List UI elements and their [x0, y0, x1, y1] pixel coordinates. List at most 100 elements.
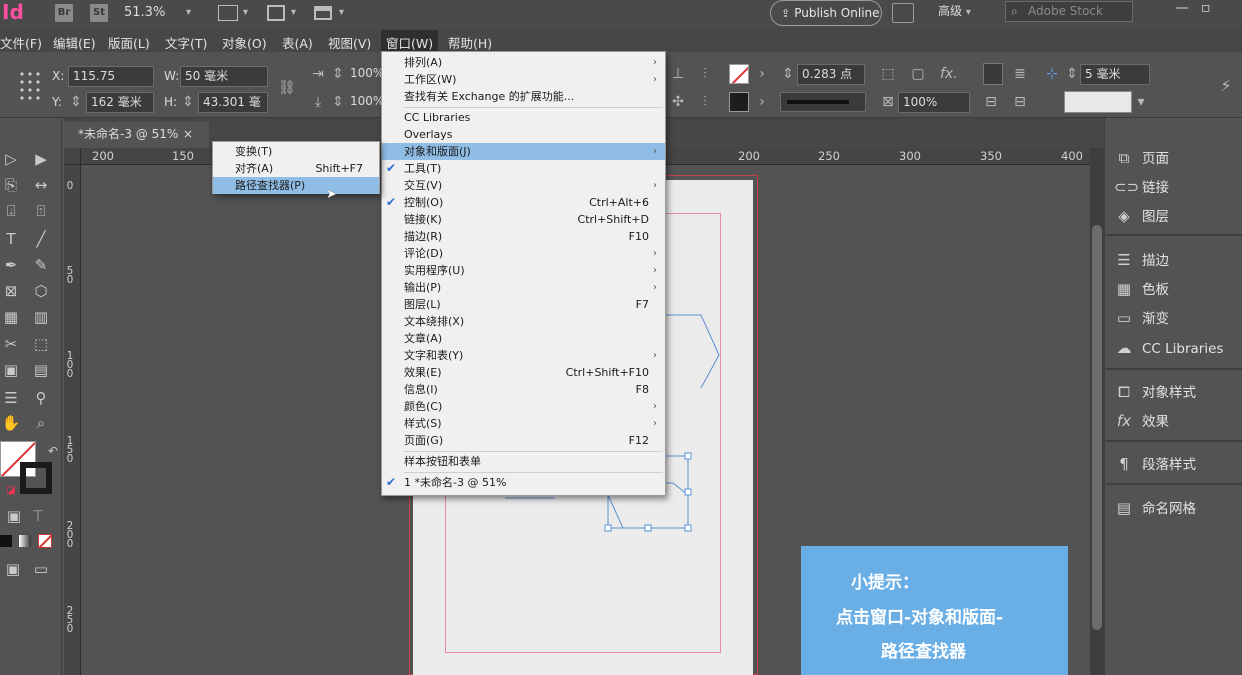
page-tool-icon[interactable]: ⎘ [0, 174, 22, 196]
selection-handle[interactable] [644, 524, 652, 532]
fill-swatch-none-icon[interactable] [729, 64, 749, 84]
align-top-icon[interactable]: ⊥ [670, 66, 686, 82]
menu-item[interactable]: 交互(V) › [382, 177, 665, 194]
x-field[interactable]: 115.75 [68, 66, 154, 87]
menu-file[interactable]: 文件(F) [0, 33, 42, 52]
scrollbar-thumb[interactable] [1092, 225, 1102, 630]
selection-handle[interactable] [684, 524, 692, 532]
minimize-icon[interactable]: — [1175, 0, 1189, 16]
opacity-field[interactable]: 100% [898, 92, 970, 113]
selection-handle[interactable] [604, 524, 612, 532]
zoom-chevron-icon[interactable]: ▾ [186, 7, 191, 18]
gap-stepper-icon[interactable]: ⇕ [1064, 66, 1080, 82]
menu-item[interactable]: 页面(G) F12 [382, 432, 665, 449]
grid-tool-icon[interactable]: ▥ [30, 306, 52, 328]
note-tool-icon[interactable]: ☰ [0, 387, 22, 409]
arrange-chevron-icon[interactable]: ▾ [339, 7, 344, 18]
style-chevron-icon[interactable]: ▾ [1133, 94, 1149, 110]
menu-item[interactable]: CC Libraries [382, 109, 665, 126]
formatting-text-icon[interactable]: T [27, 505, 49, 527]
menu-item[interactable]: 评论(D) › [382, 245, 665, 262]
panel-links[interactable]: ⊂⊃ 链接 [1114, 174, 1239, 200]
table-tool-icon[interactable]: ▦ [0, 306, 22, 328]
wrap-around-icon[interactable]: ⊟ [1012, 94, 1028, 110]
view-options-icon[interactable] [218, 5, 238, 21]
y-field[interactable]: 162 毫米 [86, 92, 154, 113]
distribute-icon[interactable]: ⫶ [697, 66, 713, 82]
menu-item[interactable]: 信息(I) F8 [382, 381, 665, 398]
normal-view-icon[interactable]: ▣ [2, 558, 24, 580]
distribute-center-icon[interactable]: ⫶ [697, 94, 713, 110]
publish-online-button[interactable]: ⇪ Publish Online [770, 0, 882, 26]
zoom-tool-icon[interactable]: ⌕ [30, 412, 52, 434]
menu-item[interactable]: 文字和表(Y) › [382, 347, 665, 364]
menu-view[interactable]: 视图(V) [328, 33, 371, 52]
style-preview[interactable] [1064, 91, 1132, 113]
eyedropper-tool-icon[interactable]: ⚲ [30, 387, 52, 409]
panel-cc-libraries[interactable]: ☁ CC Libraries [1114, 335, 1239, 361]
scissors-tool-icon[interactable]: ✂ [0, 333, 22, 355]
adobe-stock-search[interactable]: ⌕ Adobe Stock [1005, 1, 1133, 22]
spacing-icon[interactable]: ⊹ [1044, 66, 1060, 82]
screen-mode-icon[interactable] [267, 5, 285, 21]
y-stepper-icon[interactable]: ⇕ [68, 94, 84, 110]
stroke-weight-stepper-icon[interactable]: ⇕ [780, 66, 796, 82]
apply-color-icon[interactable] [0, 535, 12, 547]
ruler-origin[interactable] [64, 148, 81, 165]
panel-pages[interactable]: ⧉ 页面 [1114, 145, 1239, 171]
frame-fitting-icon[interactable]: ▢ [910, 66, 926, 82]
text-frame-icon[interactable]: ⬚ [880, 66, 896, 82]
menu-type[interactable]: 文字(T) [165, 33, 207, 52]
menu-item[interactable]: 变换(T) [213, 143, 379, 160]
menu-item[interactable]: 描边(R) F10 [382, 228, 665, 245]
direct-selection-tool-icon[interactable]: ▶ [30, 148, 52, 170]
menu-item[interactable]: 样本按钮和表单 [382, 453, 665, 470]
content-collector-icon[interactable]: ⍗ [0, 200, 22, 222]
menu-item[interactable]: ✔ 控制(O) Ctrl+Alt+6 [382, 194, 665, 211]
scale-x-stepper-icon[interactable]: ⇕ [330, 66, 346, 82]
panel-object-styles[interactable]: ⧠ 对象样式 [1114, 379, 1239, 405]
scale-y-stepper-icon[interactable]: ⇕ [330, 94, 346, 110]
free-transform-tool-icon[interactable]: ⬚ [30, 333, 52, 355]
gradient-swatch-tool-icon[interactable]: ▣ [0, 359, 22, 381]
scale-x-field[interactable]: 100% [346, 64, 384, 85]
formatting-container-icon[interactable]: ▣ [3, 505, 25, 527]
menu-item[interactable]: 实用程序(U) › [382, 262, 665, 279]
stroke-type-select[interactable] [780, 92, 866, 112]
screen-mode-chevron-icon[interactable]: ▾ [291, 7, 296, 18]
bridge-icon[interactable]: Br [55, 4, 73, 22]
panel-effects[interactable]: fx 效果 [1114, 408, 1239, 434]
menu-item[interactable]: 文章(A) [382, 330, 665, 347]
close-tab-icon[interactable]: × [183, 122, 193, 146]
menu-item[interactable]: ✔ 1 *未命名-3 @ 51% [382, 474, 665, 491]
menu-item[interactable]: ✔ 工具(T) [382, 160, 665, 177]
menu-item[interactable]: 工作区(W) › [382, 71, 665, 88]
default-colors-icon[interactable]: ◪ [0, 480, 22, 502]
h-stepper-icon[interactable]: ⇕ [180, 94, 196, 110]
zoom-level[interactable]: 51.3% [124, 5, 165, 20]
pencil-tool-icon[interactable]: ✎ [30, 254, 52, 276]
menu-item[interactable]: 对象和版面(J) › [382, 143, 665, 160]
panel-stroke[interactable]: ☰ 描边 [1114, 247, 1239, 273]
reference-point-icon[interactable] [18, 70, 42, 100]
apply-none-icon[interactable] [38, 534, 52, 548]
menu-item[interactable]: 输出(P) › [382, 279, 665, 296]
menu-item[interactable]: Overlays [382, 126, 665, 143]
stock-icon[interactable]: St [90, 4, 108, 22]
line-tool-icon[interactable]: ╱ [30, 228, 52, 250]
menu-item[interactable]: 颜色(C) › [382, 398, 665, 415]
apply-gradient-icon[interactable] [19, 535, 31, 547]
menu-layout[interactable]: 版面(L) [108, 33, 150, 52]
arrange-documents-icon[interactable] [314, 6, 332, 20]
share-icon[interactable] [892, 3, 914, 23]
menu-table[interactable]: 表(A) [282, 33, 313, 52]
menu-item[interactable]: 效果(E) Ctrl+Shift+F10 [382, 364, 665, 381]
selection-handle[interactable] [684, 452, 692, 460]
menu-item[interactable]: 查找有关 Exchange 的扩展功能... [382, 88, 665, 105]
workspace-switcher[interactable]: 高级 ▾ [938, 2, 971, 19]
hand-tool-icon[interactable]: ✋ [0, 412, 22, 434]
menu-object[interactable]: 对象(O) [222, 33, 267, 52]
gap-field[interactable]: 5 毫米 [1080, 64, 1150, 85]
quick-apply-icon[interactable]: ⚡ [1218, 78, 1234, 94]
menu-item[interactable]: 路径查找器(P) [213, 177, 379, 194]
